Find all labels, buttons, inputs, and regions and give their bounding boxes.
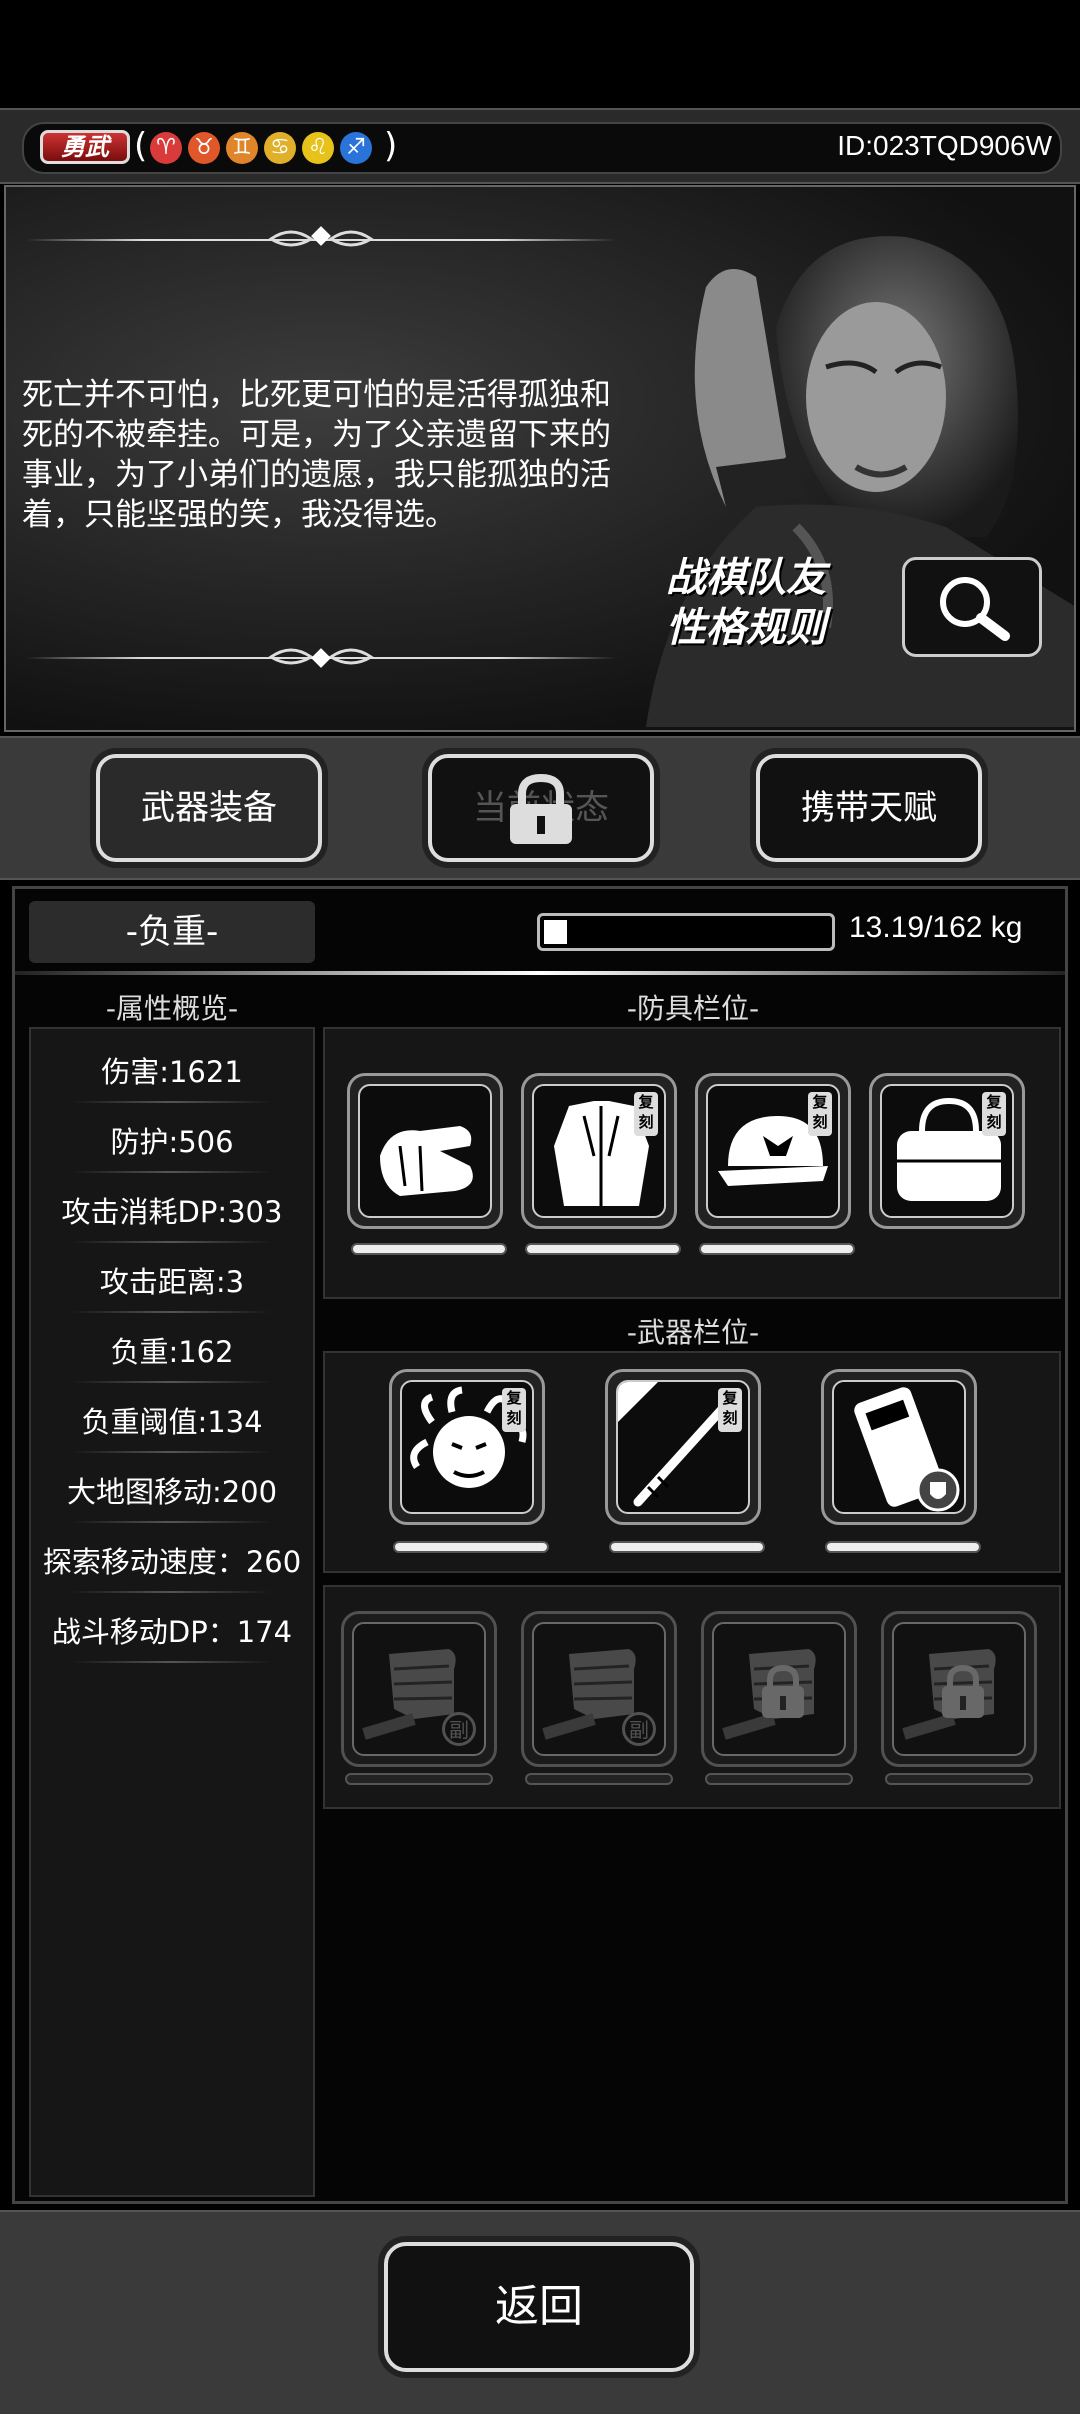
teammate-rules-label: 战棋队友 性格规则: [666, 555, 826, 651]
stat-item: 攻击距离:3: [99, 1265, 245, 1299]
armor-slot[interactable]: 复刻: [869, 1073, 1025, 1229]
sub-weapon-durability-bar: [525, 1773, 673, 1785]
sub-weapon-slot[interactable]: [701, 1611, 857, 1767]
load-value: 13.19/162 kg: [849, 911, 1023, 944]
stat-divider: [71, 1661, 271, 1663]
stat-divider: [71, 1451, 271, 1453]
armor-durability-bar: [699, 1243, 855, 1255]
stat-item: 伤害:1621: [101, 1055, 243, 1089]
stats-list: 伤害:1621 防护:506 攻击消耗DP:303 攻击距离:3 负重:162 负重阈值:…: [29, 1027, 315, 2197]
stat-divider: [71, 1591, 271, 1593]
stat-divider: [71, 1381, 271, 1383]
tab-weapon-equipment[interactable]: 武器装备: [96, 754, 322, 862]
armor-slots: 复刻 复刻 复刻: [323, 1027, 1061, 1299]
stats-title: -属性概览-: [105, 992, 239, 1025]
bottom-flourish-icon: [261, 639, 381, 675]
armor-durability-bar: [351, 1243, 507, 1255]
header-bar: 勇武 ( ♈ ♉ ♊ ♋ ♌ ♐ ) ID:023TQD906W: [0, 108, 1080, 184]
stat-item: 战斗移动DP：174: [51, 1615, 293, 1649]
sub-badge: 副: [442, 1712, 476, 1746]
trait-badge[interactable]: 勇武: [40, 130, 130, 164]
armor-durability-bar: [525, 1243, 681, 1255]
divider: [15, 971, 1065, 975]
replica-tag: 复刻: [718, 1388, 742, 1432]
stat-divider: [71, 1311, 271, 1313]
replica-tag: 复刻: [502, 1388, 526, 1432]
sub-weapon-durability-bar: [885, 1773, 1033, 1785]
stat-divider: [71, 1241, 271, 1243]
tab-current-status[interactable]: 当前状态: [428, 754, 654, 862]
magnifier-button[interactable]: [902, 557, 1042, 657]
fist-icon: 副: [352, 1622, 486, 1756]
stat-divider: [71, 1171, 271, 1173]
player-id: ID:023TQD906W: [837, 130, 1052, 161]
weapon-durability-bar: [825, 1541, 981, 1553]
sub-weapon-slots: 副副: [323, 1585, 1061, 1809]
lock-icon: [758, 1664, 808, 1724]
stat-divider: [71, 1101, 271, 1103]
weapon-slot[interactable]: 复刻: [605, 1369, 761, 1525]
character-story-panel: 死亡并不可怕，比死更可怕的是活得孤独和死的不被牵挂。可是，为了父亲遗留下来的事业…: [4, 185, 1076, 732]
coat-icon: 复刻: [532, 1084, 666, 1218]
stat-item: 负重:162: [110, 1335, 234, 1369]
stat-divider: [71, 1521, 271, 1523]
aries-icon: ♈: [150, 132, 182, 164]
tab-bar: 武器装备 当前状态 携带天赋: [0, 736, 1080, 880]
replica-tag: 复刻: [982, 1092, 1006, 1136]
armor-slot[interactable]: 复刻: [695, 1073, 851, 1229]
armor-plate-icon: [832, 1380, 966, 1514]
weapon-slots-title: -武器栏位-: [626, 1316, 760, 1349]
title-strip: 勇武 ( ♈ ♉ ♊ ♋ ♌ ♐ ) ID:023TQD906W: [22, 122, 1062, 174]
armor-slots-title: -防具栏位-: [626, 992, 760, 1025]
stat-item: 防护:506: [110, 1125, 234, 1159]
weapon-durability-bar: [393, 1541, 549, 1553]
paren-close: ): [384, 126, 398, 166]
weapon-durability-bar: [609, 1541, 765, 1553]
story-text: 死亡并不可怕，比死更可怕的是活得孤独和死的不被牵挂。可是，为了父亲遗留下来的事业…: [22, 377, 611, 533]
top-flourish-icon: [261, 221, 381, 257]
replica-tag: 复刻: [808, 1092, 832, 1136]
armor-slot[interactable]: 复刻: [521, 1073, 677, 1229]
stat-item: 攻击消耗DP:303: [61, 1195, 283, 1229]
equipment-panel: -负重- 13.19/162 kg -属性概览- 伤害:1621 防护:506 攻击…: [12, 886, 1068, 2204]
armor-slot[interactable]: [347, 1073, 503, 1229]
sub-weapon-slot[interactable]: [881, 1611, 1037, 1767]
bag-icon: 复刻: [880, 1084, 1014, 1218]
sub-badge: 副: [622, 1712, 656, 1746]
medusa-icon: 复刻: [400, 1380, 534, 1514]
sagittarius-icon: ♐: [340, 132, 372, 164]
fist-icon: [712, 1622, 846, 1756]
load-label: -负重-: [29, 901, 315, 963]
weapon-slot[interactable]: 复刻: [389, 1369, 545, 1525]
fist-icon: [892, 1622, 1026, 1756]
weapon-slots: 复刻 复刻: [323, 1351, 1061, 1573]
load-progress-bar: [537, 913, 835, 951]
sub-weapon-durability-bar: [345, 1773, 493, 1785]
sub-weapon-slot[interactable]: 副: [521, 1611, 677, 1767]
fist-icon: 副: [532, 1622, 666, 1756]
stat-item: 负重阈值:134: [81, 1405, 263, 1439]
replica-tag: 复刻: [634, 1092, 658, 1136]
cap-icon: 复刻: [706, 1084, 840, 1218]
load-progress-fill: [544, 920, 568, 944]
staff-icon: 复刻: [616, 1380, 750, 1514]
taurus-icon: ♉: [188, 132, 220, 164]
stat-item: 大地图移动:200: [66, 1475, 278, 1509]
sub-weapon-durability-bar: [705, 1773, 853, 1785]
gloves-icon: [358, 1084, 492, 1218]
gemini-icon: ♊: [226, 132, 258, 164]
lock-icon: [938, 1664, 988, 1724]
weapon-slot[interactable]: [821, 1369, 977, 1525]
tab-carried-talent[interactable]: 携带天赋: [756, 754, 982, 862]
footer-bar: 返回: [0, 2210, 1080, 2414]
cancer-icon: ♋: [264, 132, 296, 164]
back-button[interactable]: 返回: [384, 2242, 694, 2372]
sub-weapon-slot[interactable]: 副: [341, 1611, 497, 1767]
lock-icon: [510, 773, 572, 844]
search-icon: [940, 577, 1010, 641]
paren-open: (: [134, 126, 148, 166]
leo-icon: ♌: [302, 132, 334, 164]
stat-item: 探索移动速度：260: [42, 1545, 302, 1579]
